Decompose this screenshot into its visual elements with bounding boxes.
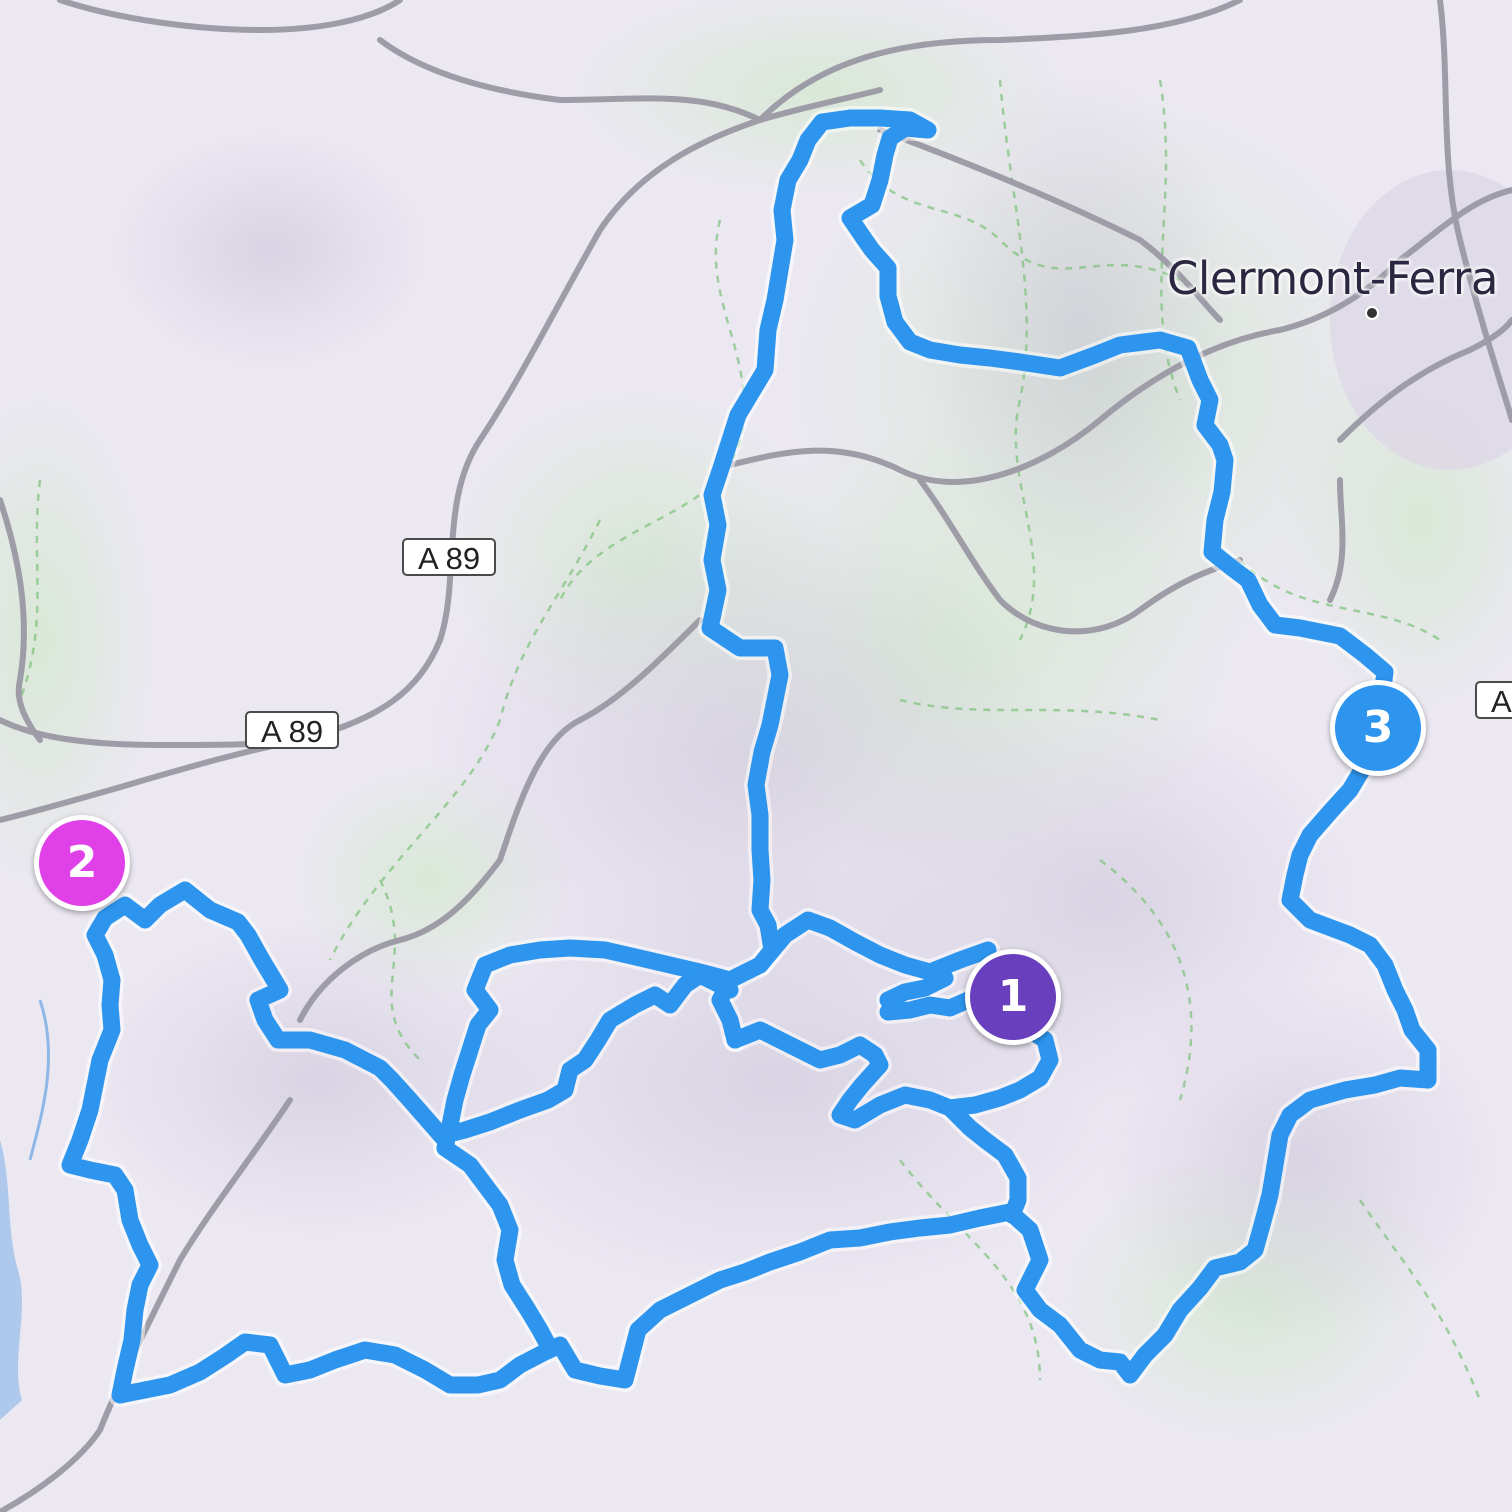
road-shield-a89-south: A 89	[245, 711, 340, 749]
road-shield-east: A	[1475, 681, 1512, 719]
city-dot-icon	[1365, 306, 1379, 320]
city-label-clermont-ferrand: Clermont-Ferra	[1167, 252, 1498, 305]
road-shield-a89-north: A 89	[402, 538, 497, 576]
map-canvas[interactable]	[0, 0, 1512, 1512]
waypoint-marker-3[interactable]: 3	[1330, 680, 1426, 776]
waypoint-marker-1[interactable]: 1	[965, 949, 1061, 1045]
waypoint-marker-2[interactable]: 2	[34, 815, 130, 911]
